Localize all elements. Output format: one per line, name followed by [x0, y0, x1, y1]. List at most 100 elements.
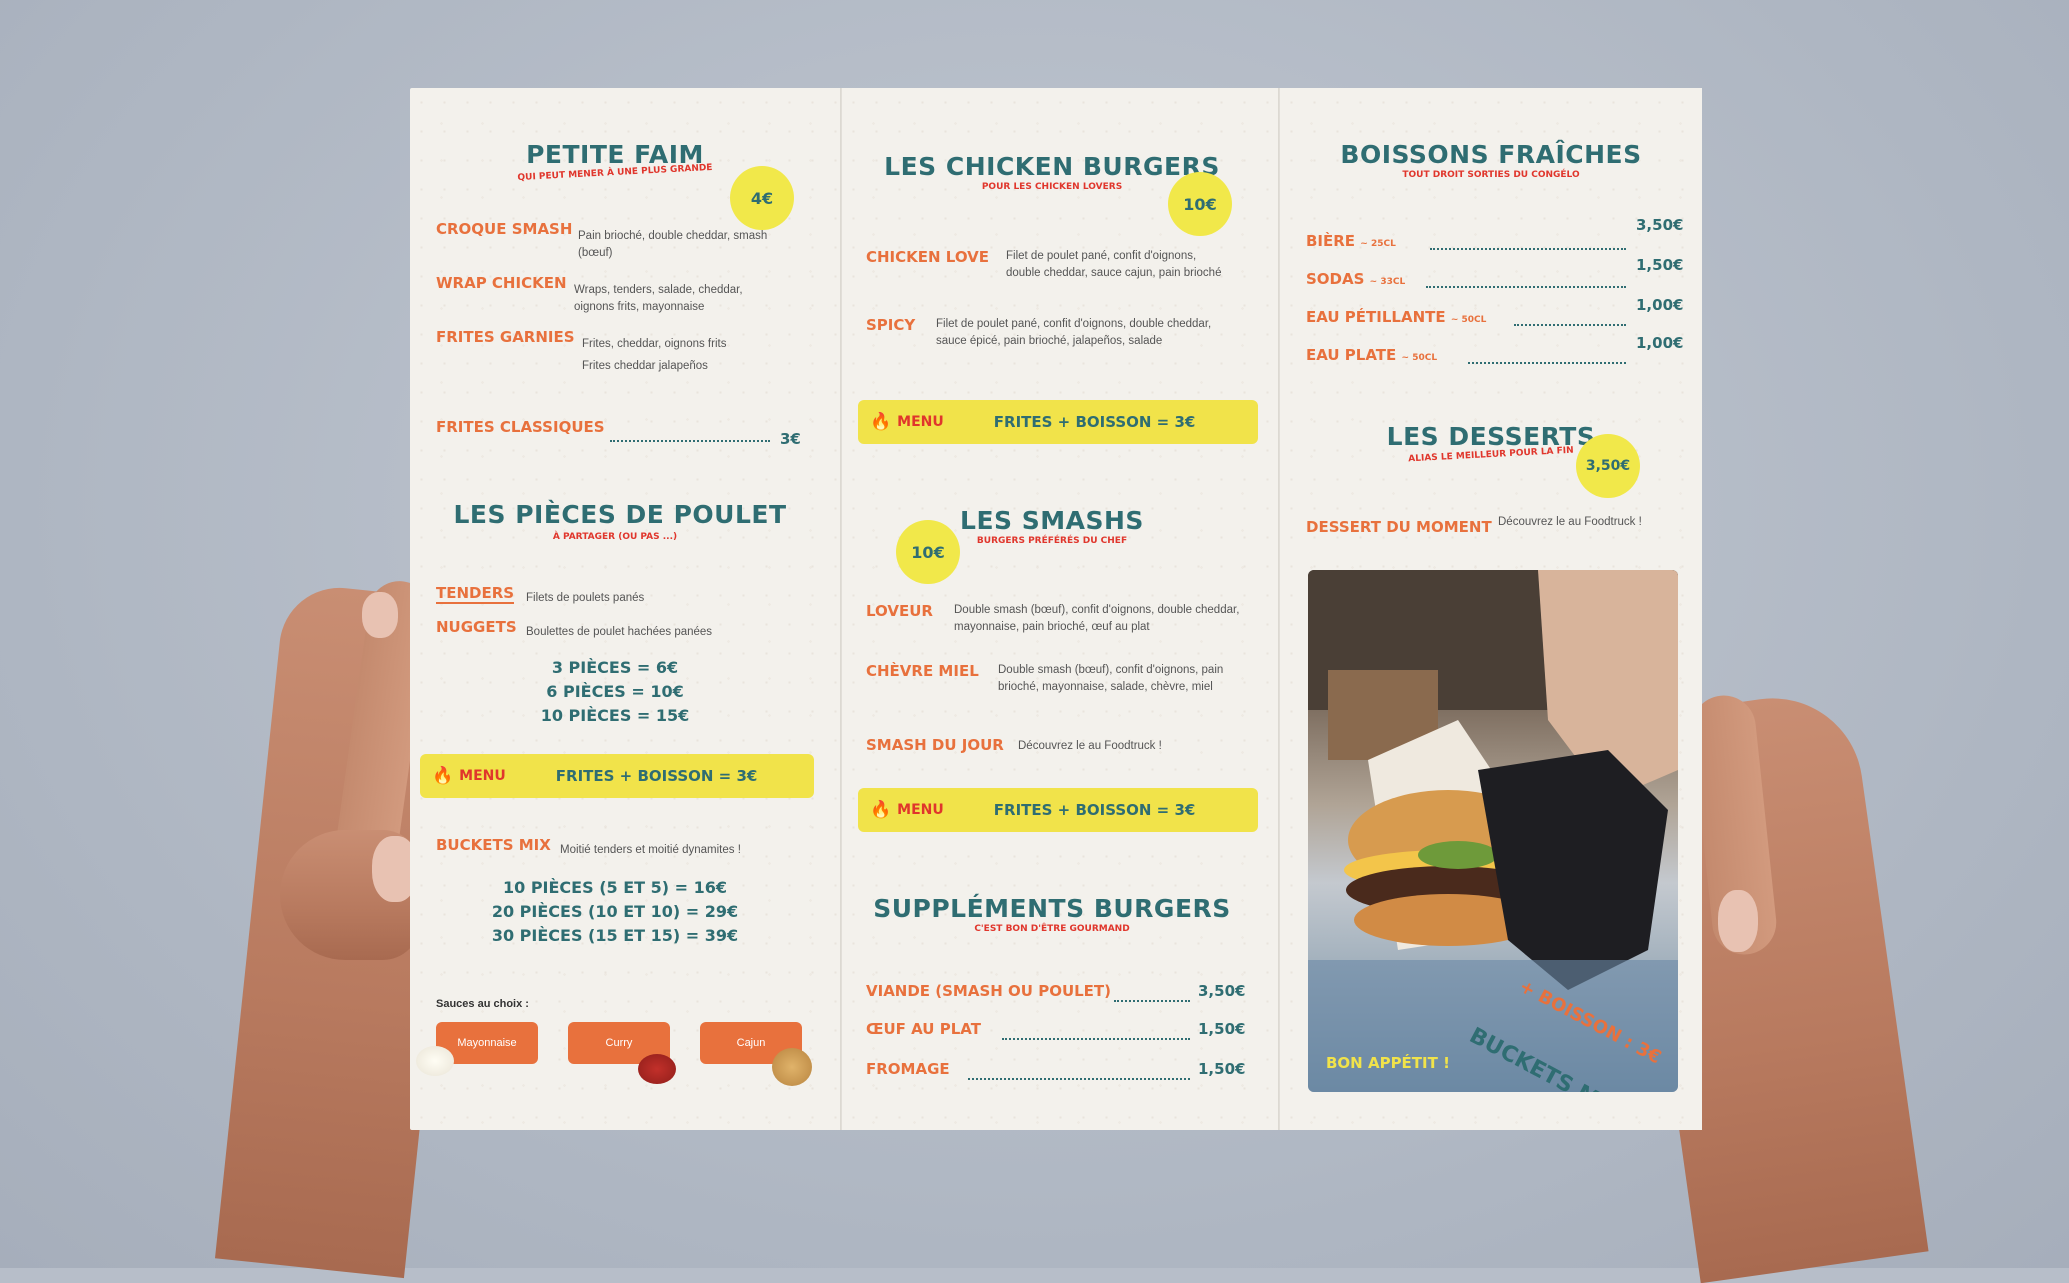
dotted-leader [610, 440, 770, 442]
menu-brochure: PETITE FAIM QUI PEUT MENER À UNE PLUS GR… [410, 88, 1702, 1130]
item-desc-buckets-mix: Moitié tenders et moitié dynamites ! [560, 844, 741, 856]
poulet-price-6: 6 PIÈCES = 10€ [546, 682, 684, 701]
item-desc-spicy: Filet de poulet pané, confit d'oignons, … [936, 318, 1212, 347]
section-subtitle-pieces-poulet: À PARTAGER (OU PAS ...) [552, 532, 678, 542]
section-subtitle-boissons: TOUT DROIT SORTIES DU CONGÉLO [1402, 170, 1580, 180]
burger-illustration: BUCKETS MIX + BOISSON : 3€ [1308, 570, 1678, 1092]
item-desc-frites-garnies: Frites, cheddar, oignons frits [582, 338, 727, 350]
poulet-price-3: 3 PIÈCES = 6€ [551, 658, 679, 677]
dotted-leader [1002, 1038, 1190, 1040]
drink-label: SODAS [1306, 270, 1365, 288]
cajun-cup-icon [772, 1048, 812, 1086]
price-badge-petite-faim: 4€ [734, 170, 790, 226]
dotted-leader [968, 1078, 1190, 1080]
item-name-frites-classiques: FRITES CLASSIQUES [436, 418, 605, 436]
section-subtitle-supplements: C'EST BON D'ÊTRE GOURMAND [974, 924, 1130, 934]
menu-value: FRITES + BOISSON = 3€ [993, 801, 1196, 819]
sauces-title: Sauces au choix : [436, 998, 529, 1010]
section-title-smashs: LES SMASHS [960, 506, 1144, 535]
drink-name-eau-plate: EAU PLATE ~ 50CL [1306, 346, 1437, 364]
supp-price-viande: 3,50€ [1198, 982, 1246, 1000]
dotted-leader [1114, 1000, 1190, 1002]
item-name-buckets-mix: BUCKETS MIX [436, 836, 551, 854]
mayonnaise-cup-icon [416, 1046, 454, 1076]
buckets-price-20: 20 PIÈCES (10 ET 10) = 29€ [491, 902, 739, 921]
supp-name-fromage: FROMAGE [866, 1060, 950, 1078]
panel-left: PETITE FAIM QUI PEUT MENER À UNE PLUS GR… [410, 88, 840, 1130]
burger-photo: BUCKETS MIX + BOISSON : 3€ BON APPÉTIT ! [1308, 570, 1678, 1092]
menu-banner-smashs: 🔥 MENU FRITES + BOISSON = 3€ [858, 788, 1258, 832]
menu-banner-chicken: 🔥 MENU FRITES + BOISSON = 3€ [858, 400, 1258, 444]
drink-label: BIÈRE [1306, 232, 1356, 250]
price-badge-smashs: 10€ [900, 524, 956, 580]
drink-name-sodas: SODAS ~ 33CL [1306, 270, 1405, 288]
drink-size: ~ 50CL [1401, 353, 1438, 363]
dotted-leader [1468, 362, 1626, 364]
ketchup-cup-icon [638, 1054, 676, 1084]
item-desc-dessert-du-moment: Découvrez le au Foodtruck ! [1498, 516, 1642, 528]
item-name-dessert-du-moment: DESSERT DU MOMENT [1306, 518, 1492, 536]
menu-banner-poulet: 🔥 MENU FRITES + BOISSON = 3€ [420, 754, 814, 798]
drink-label: EAU PLATE [1306, 346, 1397, 364]
buckets-price-10: 10 PIÈCES (5 ET 5) = 16€ [502, 878, 728, 897]
menu-label: MENU [897, 414, 944, 430]
dotted-leader [1514, 324, 1626, 326]
item-name-loveur: LOVEUR [866, 602, 933, 620]
item-desc-smash-du-jour: Découvrez le au Foodtruck ! [1018, 740, 1162, 752]
drink-label: EAU PÉTILLANTE [1306, 308, 1446, 326]
drink-price-biere: 3,50€ [1636, 216, 1684, 234]
item-desc-chevre-miel: Double smash (bœuf), confit d'oignons, p… [998, 664, 1224, 693]
panel-right: BOISSONS FRAÎCHES TOUT DROIT SORTIES DU … [1280, 88, 1702, 1130]
dotted-leader [1430, 248, 1626, 250]
item-name-smash-du-jour: SMASH DU JOUR [866, 736, 1004, 754]
drink-size: ~ 50CL [1450, 315, 1487, 325]
menu-label: MENU [459, 768, 506, 784]
truck-sign [1308, 960, 1678, 1092]
right-thumb-nail [1718, 890, 1758, 952]
drink-price-eau-petillante: 1,00€ [1636, 296, 1684, 314]
item-name-chevre-miel: CHÈVRE MIEL [866, 662, 979, 680]
menu-label: MENU [897, 802, 944, 818]
price-frites-classiques: 3€ [780, 430, 801, 448]
left-thumb-nail [362, 592, 398, 638]
flame-icon: 🔥 [432, 766, 454, 786]
dotted-leader [1426, 286, 1626, 288]
menu-value: FRITES + BOISSON = 3€ [993, 413, 1196, 431]
item-desc-loveur: Double smash (bœuf), confit d'oignons, d… [954, 604, 1240, 633]
section-title-supplements: SUPPLÉMENTS BURGERS [873, 894, 1231, 923]
section-title-pieces-poulet: LES PIÈCES DE POULET [453, 500, 787, 529]
item-name-nuggets: NUGGETS [436, 618, 517, 636]
menu-value: FRITES + BOISSON = 3€ [555, 767, 758, 785]
item-name-wrap-chicken: WRAP CHICKEN [436, 274, 567, 292]
supp-name-viande: VIANDE (SMASH OU POULET) [866, 982, 1112, 1000]
salad [1418, 841, 1498, 869]
drink-name-eau-petillante: EAU PÉTILLANTE ~ 50CL [1306, 308, 1486, 326]
item-desc-wrap-chicken: Wraps, tenders, salade, cheddar, oignons… [574, 284, 743, 313]
item-desc-chicken-love: Filet de poulet pané, confit d'oignons, … [1006, 250, 1222, 279]
buckets-price-30: 30 PIÈCES (15 ET 15) = 39€ [491, 926, 739, 945]
price-badge-desserts: 3,50€ [1580, 438, 1636, 494]
item-desc2-frites-garnies: Frites cheddar jalapeños [582, 360, 708, 372]
black-glove [1478, 750, 1668, 990]
drink-size: ~ 25CL [1360, 239, 1396, 249]
supp-price-fromage: 1,50€ [1198, 1060, 1246, 1078]
drink-name-biere: BIÈRE ~ 25CL [1306, 232, 1396, 250]
item-name-spicy: SPICY [866, 316, 916, 334]
drink-size: ~ 33CL [1369, 277, 1406, 287]
item-name-tenders: TENDERS [436, 584, 515, 604]
poulet-price-10: 10 PIÈCES = 15€ [540, 706, 690, 725]
price-badge-chicken-burgers: 10€ [1172, 176, 1228, 232]
drink-price-sodas: 1,50€ [1636, 256, 1684, 274]
panel-middle: LES CHICKEN BURGERS POUR LES CHICKEN LOV… [842, 88, 1278, 1130]
item-desc-tenders: Filets de poulets panés [526, 592, 645, 604]
section-title-boissons: BOISSONS FRAÎCHES [1340, 140, 1642, 169]
photo-caption: BON APPÉTIT ! [1326, 1054, 1450, 1072]
item-name-croque-smash: CROQUE SMASH [436, 220, 573, 238]
flame-icon: 🔥 [870, 800, 892, 820]
drink-price-eau-plate: 1,00€ [1636, 334, 1684, 352]
item-desc-nuggets: Boulettes de poulet hachées panées [526, 626, 713, 638]
supp-price-oeuf: 1,50€ [1198, 1020, 1246, 1038]
item-desc-croque-smash: Pain brioché, double cheddar, smash (bœu… [578, 230, 768, 259]
supp-name-oeuf: ŒUF AU PLAT [866, 1020, 981, 1038]
item-name-chicken-love: CHICKEN LOVE [866, 248, 990, 266]
